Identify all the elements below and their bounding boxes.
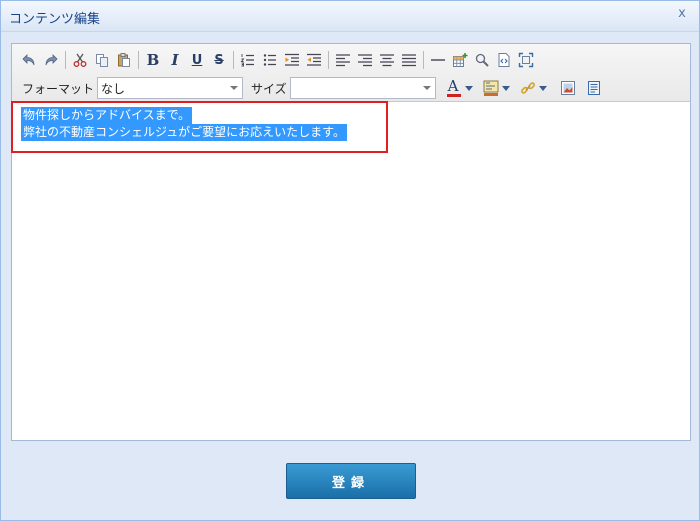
- font-color-dropdown[interactable]: A: [446, 77, 473, 99]
- dialog-titlebar: コンテンツ編集 x: [1, 1, 699, 32]
- toolbar-row-2: フォーマット なし サイズ A: [22, 75, 605, 101]
- undo-icon[interactable]: [18, 49, 40, 71]
- document-properties-icon[interactable]: [583, 77, 605, 99]
- underline-button[interactable]: U: [186, 49, 208, 71]
- insert-image-icon[interactable]: [557, 77, 579, 99]
- horizontal-rule-icon[interactable]: [427, 49, 449, 71]
- underline-glyph: U: [191, 52, 203, 68]
- outdent-icon[interactable]: [303, 49, 325, 71]
- editor-toolbar: B I U S フォーマット なし サイズ A: [12, 44, 690, 102]
- italic-button[interactable]: I: [164, 49, 186, 71]
- chevron-down-icon: [226, 78, 242, 98]
- chevron-down-icon: [464, 85, 473, 91]
- copy-icon[interactable]: [91, 49, 113, 71]
- format-select-value: なし: [101, 81, 126, 96]
- chevron-down-icon: [501, 85, 510, 91]
- content-line: 物件探しからアドバイスまで。: [21, 107, 681, 124]
- toolbar-separator: [423, 51, 424, 69]
- toolbar-separator: [233, 51, 234, 69]
- content-edit-dialog: コンテンツ編集 x B I U S フォーマット なし サイズ A 物件探しから…: [0, 0, 700, 521]
- toolbar-row-1: B I U S: [18, 47, 537, 73]
- bold-glyph: B: [146, 51, 160, 69]
- redo-icon[interactable]: [40, 49, 62, 71]
- chevron-down-icon: [538, 85, 547, 91]
- ordered-list-icon[interactable]: [237, 49, 259, 71]
- strikethrough-glyph: S: [214, 52, 224, 68]
- chevron-down-icon: [419, 78, 435, 98]
- italic-glyph: I: [171, 51, 179, 69]
- highlight-color-icon: [483, 80, 499, 96]
- toolbar-separator: [65, 51, 66, 69]
- rich-text-editor: B I U S フォーマット なし サイズ A 物件探しからアドバイスまで。 弊…: [11, 43, 691, 441]
- bold-button[interactable]: B: [142, 49, 164, 71]
- content-line: 弊社の不動産コンシェルジュがご要望にお応えいたします。: [21, 124, 681, 141]
- size-select[interactable]: [289, 77, 436, 99]
- align-left-icon[interactable]: [332, 49, 354, 71]
- register-button[interactable]: 登録: [286, 463, 416, 499]
- selected-text-line-2: 弊社の不動産コンシェルジュがご要望にお応えいたします。: [21, 124, 347, 141]
- insert-table-icon[interactable]: [449, 49, 471, 71]
- cut-icon[interactable]: [69, 49, 91, 71]
- highlight-color-dropdown[interactable]: [483, 77, 510, 99]
- link-icon: [520, 82, 535, 94]
- dialog-title: コンテンツ編集: [9, 12, 101, 27]
- selected-text-line-1: 物件探しからアドバイスまで。: [21, 107, 193, 124]
- size-label: サイズ: [251, 81, 287, 96]
- bullet-list-icon[interactable]: [259, 49, 281, 71]
- font-color-icon: A: [446, 77, 462, 97]
- close-icon[interactable]: x: [675, 7, 689, 21]
- paste-icon[interactable]: [113, 49, 135, 71]
- search-icon[interactable]: [471, 49, 493, 71]
- align-center-icon[interactable]: [376, 49, 398, 71]
- toolbar-separator: [138, 51, 139, 69]
- format-select[interactable]: なし: [97, 77, 244, 99]
- editor-content-area[interactable]: 物件探しからアドバイスまで。 弊社の不動産コンシェルジュがご要望にお応えいたしま…: [12, 103, 690, 440]
- link-dropdown[interactable]: [520, 77, 547, 99]
- toolbar-separator: [328, 51, 329, 69]
- strikethrough-button[interactable]: S: [208, 49, 230, 71]
- format-label: フォーマット: [22, 81, 95, 96]
- indent-icon[interactable]: [281, 49, 303, 71]
- align-justify-icon[interactable]: [398, 49, 420, 71]
- align-right-icon[interactable]: [354, 49, 376, 71]
- source-view-icon[interactable]: [493, 49, 515, 71]
- fullscreen-icon[interactable]: [515, 49, 537, 71]
